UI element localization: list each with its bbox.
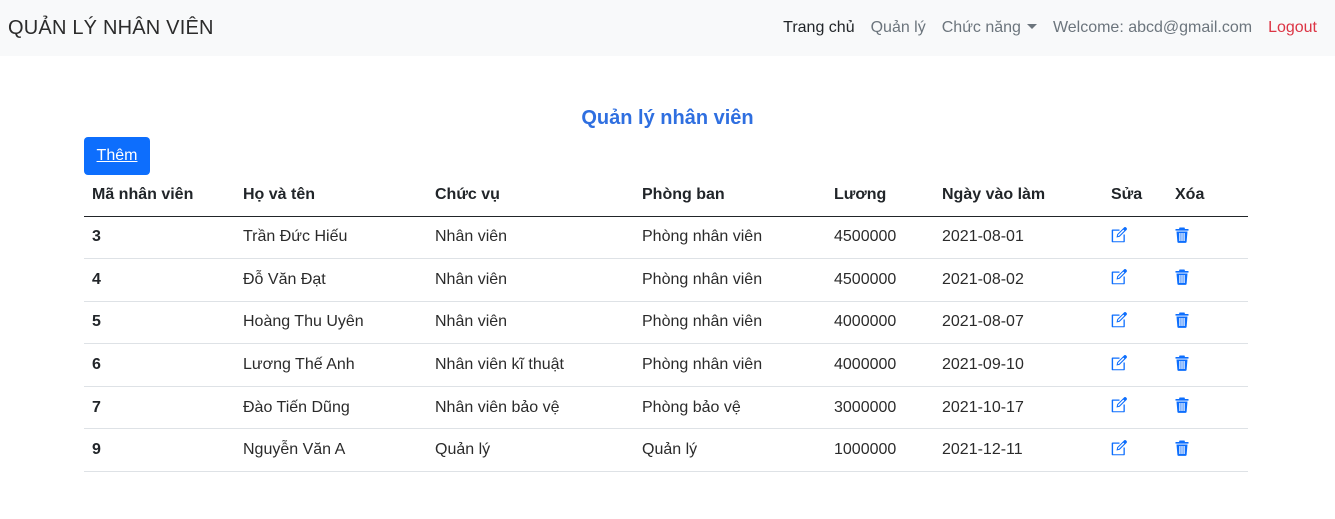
cell-delete	[1167, 216, 1248, 260]
cell-delete	[1167, 428, 1248, 473]
table-row: 4 Đỗ Văn Đạt Nhân viên Phòng nhân viên 4…	[84, 258, 1248, 302]
page-title: Quản lý nhân viên	[581, 107, 754, 129]
cell-department: Phòng nhân viên	[634, 343, 826, 387]
trash-icon[interactable]	[1175, 269, 1189, 290]
cell-salary: 4000000	[826, 301, 934, 345]
trash-icon[interactable]	[1175, 227, 1189, 248]
trash-icon[interactable]	[1175, 440, 1189, 461]
cell-department: Phòng nhân viên	[634, 216, 826, 260]
header-full-name: Họ và tên	[235, 175, 427, 217]
cell-start-date: 2021-08-02	[934, 258, 1103, 302]
cell-edit	[1103, 258, 1167, 302]
cell-position: Nhân viên	[427, 301, 634, 345]
trash-icon[interactable]	[1175, 355, 1189, 376]
header-department: Phòng ban	[634, 175, 826, 217]
caret-down-icon	[1026, 24, 1037, 29]
cell-start-date: 2021-08-01	[934, 216, 1103, 260]
welcome-text: Welcome: abcd@gmail.com	[1052, 19, 1253, 36]
logout-link[interactable]: Logout	[1268, 19, 1317, 37]
cell-start-date: 2021-09-10	[934, 343, 1103, 387]
cell-employee-id: 3	[84, 216, 235, 260]
cell-edit	[1103, 216, 1167, 260]
table-row: 5 Hoàng Thu Uyên Nhân viên Phòng nhân vi…	[84, 301, 1248, 345]
cell-position: Quản lý	[427, 428, 634, 473]
nav-home-link[interactable]: Trang chủ	[783, 19, 854, 37]
nav-manage-link[interactable]: Quản lý	[871, 19, 926, 37]
cell-full-name: Nguyễn Văn A	[235, 428, 427, 473]
header-employee-id: Mã nhân viên	[84, 175, 235, 217]
edit-icon[interactable]	[1111, 439, 1127, 461]
cell-start-date: 2021-08-07	[934, 301, 1103, 345]
top-navbar: QUẢN LÝ NHÂN VIÊN Trang chủ Quản lý Chức…	[0, 0, 1335, 56]
cell-salary: 4000000	[826, 343, 934, 387]
cell-position: Nhân viên	[427, 258, 634, 302]
cell-full-name: Hoàng Thu Uyên	[235, 301, 427, 345]
header-position: Chức vụ	[427, 175, 634, 217]
cell-edit	[1103, 343, 1167, 387]
cell-delete	[1167, 343, 1248, 387]
cell-employee-id: 5	[84, 301, 235, 345]
add-employee-button[interactable]: Thêm	[84, 137, 150, 175]
table-row: 6 Lương Thế Anh Nhân viên kĩ thuật Phòng…	[84, 343, 1248, 387]
table-body: 3 Trần Đức Hiếu Nhân viên Phòng nhân viê…	[84, 216, 1248, 473]
table-row: 9 Nguyễn Văn A Quản lý Quản lý 1000000 2…	[84, 428, 1248, 473]
cell-employee-id: 7	[84, 386, 235, 430]
cell-salary: 4500000	[826, 216, 934, 260]
cell-position: Nhân viên	[427, 216, 634, 260]
cell-department: Quản lý	[634, 428, 826, 473]
cell-delete	[1167, 301, 1248, 345]
cell-full-name: Trần Đức Hiếu	[235, 216, 427, 260]
edit-icon[interactable]	[1111, 269, 1127, 290]
cell-employee-id: 9	[84, 428, 235, 473]
cell-department: Phòng nhân viên	[634, 301, 826, 345]
cell-edit	[1103, 301, 1167, 345]
cell-department: Phòng bảo vệ	[634, 386, 826, 430]
cell-full-name: Đào Tiến Dũng	[235, 386, 427, 430]
cell-department: Phòng nhân viên	[634, 258, 826, 302]
header-salary: Lương	[826, 175, 934, 217]
header-delete: Xóa	[1167, 175, 1248, 217]
cell-employee-id: 4	[84, 258, 235, 302]
cell-salary: 3000000	[826, 386, 934, 430]
edit-icon[interactable]	[1111, 354, 1127, 376]
cell-delete	[1167, 258, 1248, 302]
table-row: 7 Đào Tiến Dũng Nhân viên bảo vệ Phòng b…	[84, 386, 1248, 430]
cell-delete	[1167, 386, 1248, 430]
nav-links: Trang chủ Quản lý Chức năng Welcome: abc…	[767, 19, 1317, 37]
table-row: 3 Trần Đức Hiếu Nhân viên Phòng nhân viê…	[84, 216, 1248, 260]
nav-functions-dropdown[interactable]: Chức năng	[942, 19, 1037, 37]
trash-icon[interactable]	[1175, 397, 1189, 418]
cell-start-date: 2021-12-11	[934, 428, 1103, 473]
trash-icon[interactable]	[1175, 312, 1189, 333]
edit-icon[interactable]	[1111, 312, 1127, 333]
header-edit: Sửa	[1103, 175, 1167, 217]
cell-position: Nhân viên kĩ thuật	[427, 343, 634, 387]
cell-position: Nhân viên bảo vệ	[427, 386, 634, 430]
brand-title[interactable]: QUẢN LÝ NHÂN VIÊN	[8, 17, 214, 40]
header-start-date: Ngày vào làm	[934, 175, 1103, 217]
cell-edit	[1103, 386, 1167, 430]
nav-functions-label: Chức năng	[941, 19, 1021, 36]
cell-edit	[1103, 428, 1167, 473]
edit-icon[interactable]	[1111, 226, 1127, 248]
cell-full-name: Lương Thế Anh	[235, 343, 427, 387]
cell-start-date: 2021-10-17	[934, 386, 1103, 430]
table-header-row: Mã nhân viên Họ và tên Chức vụ Phòng ban…	[84, 175, 1248, 217]
cell-employee-id: 6	[84, 343, 235, 387]
cell-salary: 4500000	[826, 258, 934, 302]
employee-table: Mã nhân viên Họ và tên Chức vụ Phòng ban…	[84, 175, 1248, 473]
edit-icon[interactable]	[1111, 397, 1127, 418]
cell-salary: 1000000	[826, 428, 934, 473]
cell-full-name: Đỗ Văn Đạt	[235, 258, 427, 302]
